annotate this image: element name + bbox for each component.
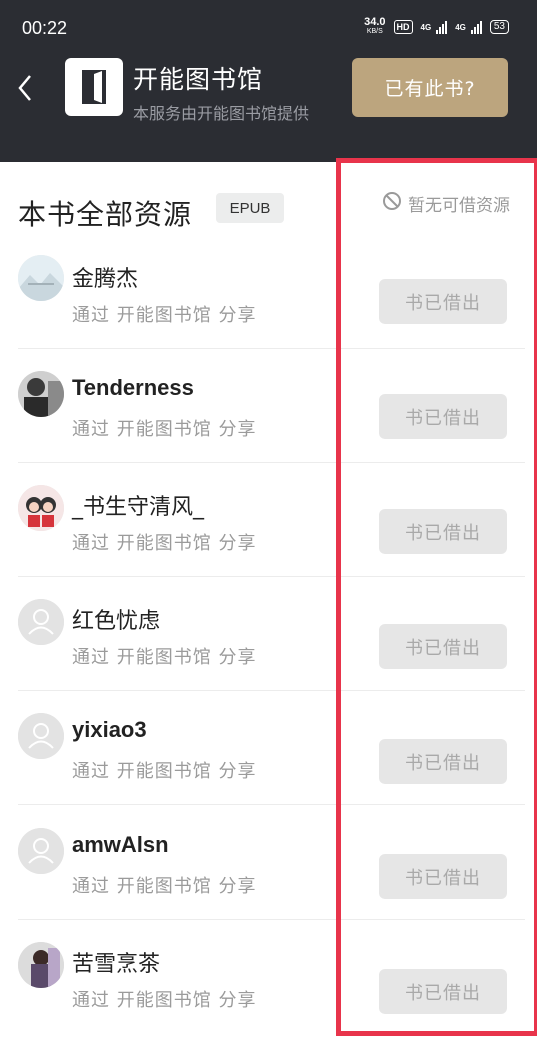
- library-logo: [65, 58, 123, 116]
- status-time: 00:22: [22, 18, 68, 38]
- user-avatar[interactable]: [18, 942, 64, 988]
- network-speed: 34.0 KB/S: [364, 16, 386, 36]
- lent-out-button[interactable]: 书已借出: [379, 969, 507, 1014]
- share-source: 通过 开能图书馆 分享: [72, 990, 257, 1011]
- default-user-icon: [18, 599, 64, 645]
- network-type-2: 4G: [455, 22, 466, 32]
- resource-row: yixiao3 通过 开能图书馆 分享 书已借出: [0, 691, 537, 805]
- ban-icon: [382, 191, 402, 216]
- lent-out-button[interactable]: 书已借出: [379, 509, 507, 554]
- resource-row: Tenderness 通过 开能图书馆 分享 书已借出: [0, 349, 537, 463]
- section-title: 本书全部资源: [18, 198, 193, 231]
- no-resource-notice: 暂无可借资源: [382, 191, 510, 216]
- share-source: 通过 开能图书馆 分享: [72, 533, 257, 554]
- lent-out-button[interactable]: 书已借出: [379, 854, 507, 899]
- user-name: 红色忧虑: [72, 609, 161, 634]
- app-header: 00:22 34.0 KB/S HD 4G 4G 53 开能图书馆 本服务由开能…: [0, 0, 537, 162]
- have-book-button[interactable]: 已有此书?: [352, 58, 508, 117]
- share-source: 通过 开能图书馆 分享: [72, 761, 257, 782]
- user-name: amwAlsn: [72, 832, 169, 857]
- signal-icon-2: [470, 20, 482, 34]
- lent-out-button[interactable]: 书已借出: [379, 394, 507, 439]
- resource-row: 红色忧虑 通过 开能图书馆 分享 书已借出: [0, 577, 537, 691]
- battery-icon: 53: [489, 20, 509, 34]
- format-badge: EPUB: [216, 193, 284, 223]
- hd-icon: HD: [393, 20, 413, 34]
- user-avatar[interactable]: [18, 485, 64, 531]
- resource-row: 金腾杰 通过 开能图书馆 分享 书已借出: [0, 235, 537, 349]
- share-source: 通过 开能图书馆 分享: [72, 305, 257, 326]
- user-name: Tenderness: [72, 375, 194, 400]
- no-resource-text: 暂无可借资源: [408, 196, 510, 216]
- lent-out-button[interactable]: 书已借出: [379, 739, 507, 784]
- default-user-icon: [18, 713, 64, 759]
- lent-out-button[interactable]: 书已借出: [379, 624, 507, 669]
- user-avatar[interactable]: [18, 255, 64, 301]
- user-name: _书生守清风_: [72, 495, 205, 520]
- user-avatar[interactable]: [18, 828, 64, 874]
- user-avatar[interactable]: [18, 599, 64, 645]
- share-source: 通过 开能图书馆 分享: [72, 876, 257, 897]
- share-source: 通过 开能图书馆 分享: [72, 419, 257, 440]
- status-bar: 00:22 34.0 KB/S HD 4G 4G 53: [0, 0, 537, 56]
- resource-row: _书生守清风_ 通过 开能图书馆 分享 书已借出: [0, 463, 537, 577]
- library-name: 开能图书馆: [133, 65, 264, 94]
- user-name: 苦雪烹茶: [72, 952, 161, 977]
- lent-out-button[interactable]: 书已借出: [379, 279, 507, 324]
- user-name: 金腾杰: [72, 267, 139, 292]
- resource-row: amwAlsn 通过 开能图书馆 分享 书已借出: [0, 806, 537, 920]
- status-icons: 34.0 KB/S HD 4G 4G 53: [364, 16, 509, 36]
- default-user-icon: [18, 828, 64, 874]
- share-source: 通过 开能图书馆 分享: [72, 647, 257, 668]
- network-type-1: 4G: [420, 22, 432, 32]
- user-avatar[interactable]: [18, 371, 64, 417]
- back-arrow-icon[interactable]: [14, 70, 42, 106]
- user-avatar[interactable]: [18, 713, 64, 759]
- signal-icon: [436, 20, 448, 34]
- library-subtitle: 本服务由开能图书馆提供: [133, 104, 310, 123]
- row-divider: [18, 804, 525, 805]
- user-name: yixiao3: [72, 717, 147, 742]
- resource-row: 苦雪烹茶 通过 开能图书馆 分享 书已借出: [0, 920, 537, 1034]
